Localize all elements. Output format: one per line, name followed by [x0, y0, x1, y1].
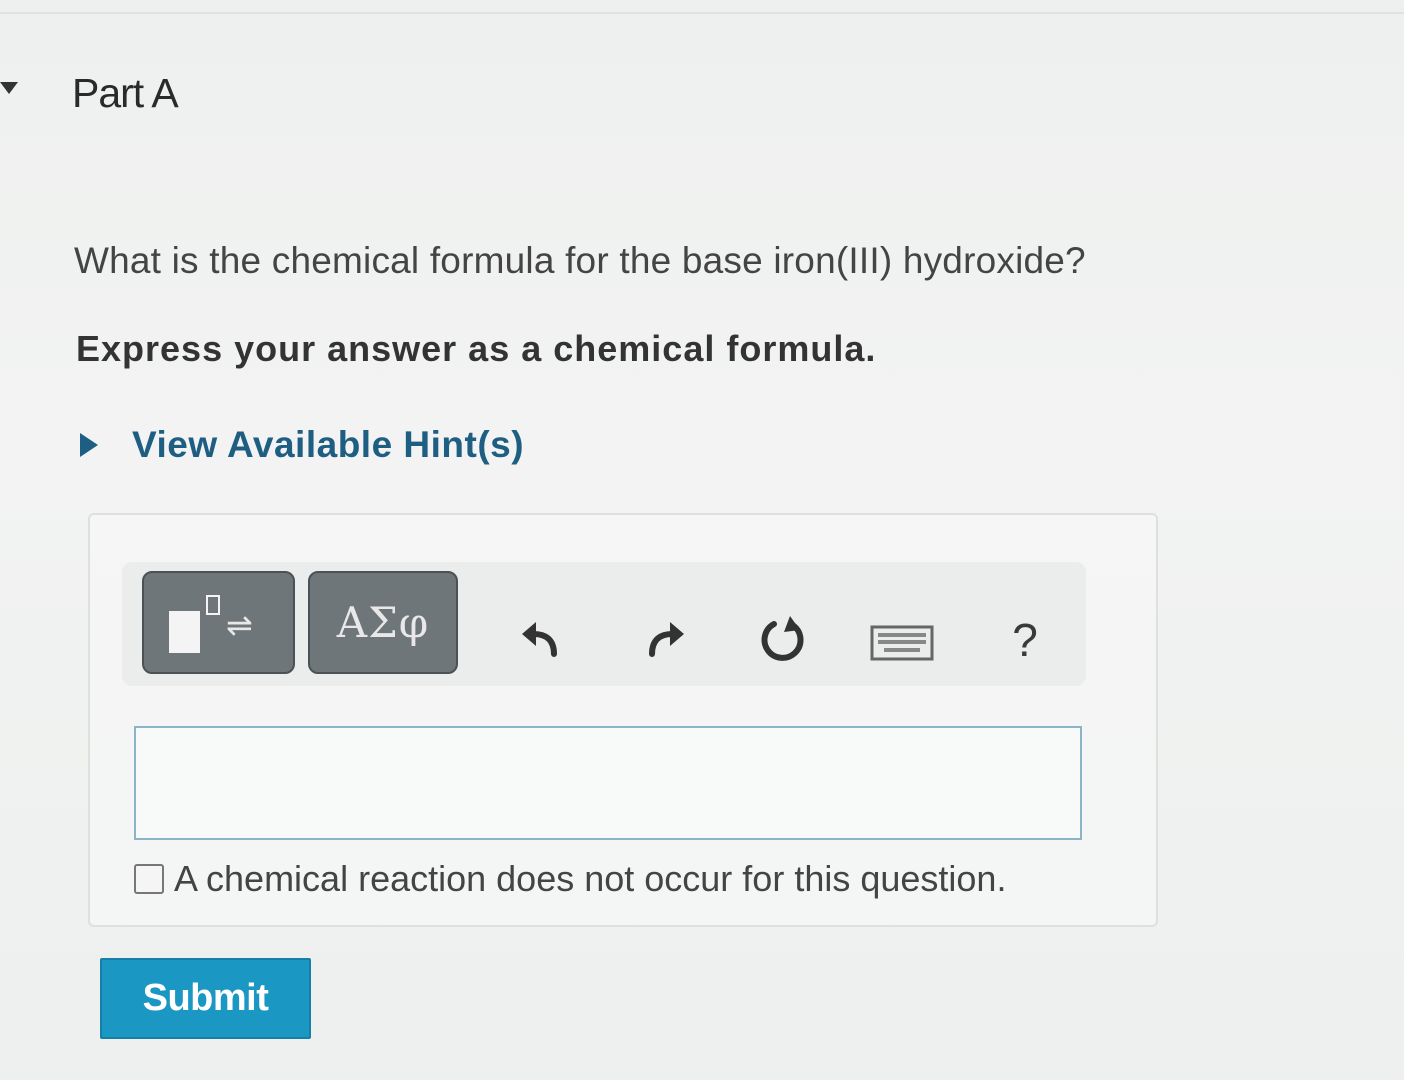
reset-icon [761, 616, 804, 661]
equilibrium-arrows-icon: ⇌ [226, 606, 253, 644]
view-hints-label: View Available Hint(s) [132, 424, 525, 465]
redo-icon [649, 622, 684, 657]
greek-symbols-button[interactable]: ΑΣφ [308, 571, 458, 674]
undo-icon [522, 622, 557, 657]
collapse-arrow-icon[interactable] [0, 82, 18, 94]
question-text: What is the chemical formula for the bas… [74, 240, 1086, 281]
reset-button[interactable] [752, 610, 812, 670]
keyboard-icon [870, 625, 934, 661]
no-reaction-option[interactable]: A chemical reaction does not occur for t… [134, 858, 1006, 900]
expand-triangle-icon [80, 433, 98, 457]
no-reaction-label: A chemical reaction does not occur for t… [174, 858, 1007, 899]
undo-button[interactable] [512, 610, 570, 668]
submit-button[interactable]: Submit [100, 958, 311, 1039]
keyboard-button[interactable] [866, 618, 938, 668]
instruction-text: Express your answer as a chemical formul… [76, 328, 877, 369]
top-divider [0, 12, 1404, 14]
help-icon: ? [1012, 614, 1038, 666]
templates-button[interactable]: ⇌ [142, 571, 295, 674]
templates-superscript-box [206, 595, 220, 615]
part-title: Part A [72, 70, 179, 116]
templates-icon [169, 611, 200, 653]
view-hints-link[interactable]: View Available Hint(s) [80, 424, 524, 466]
no-reaction-checkbox[interactable] [134, 864, 164, 894]
help-button[interactable]: ? [1000, 610, 1050, 670]
greek-symbols-label: ΑΣφ [336, 598, 430, 647]
answer-input[interactable] [134, 726, 1082, 840]
redo-button[interactable] [636, 610, 694, 668]
